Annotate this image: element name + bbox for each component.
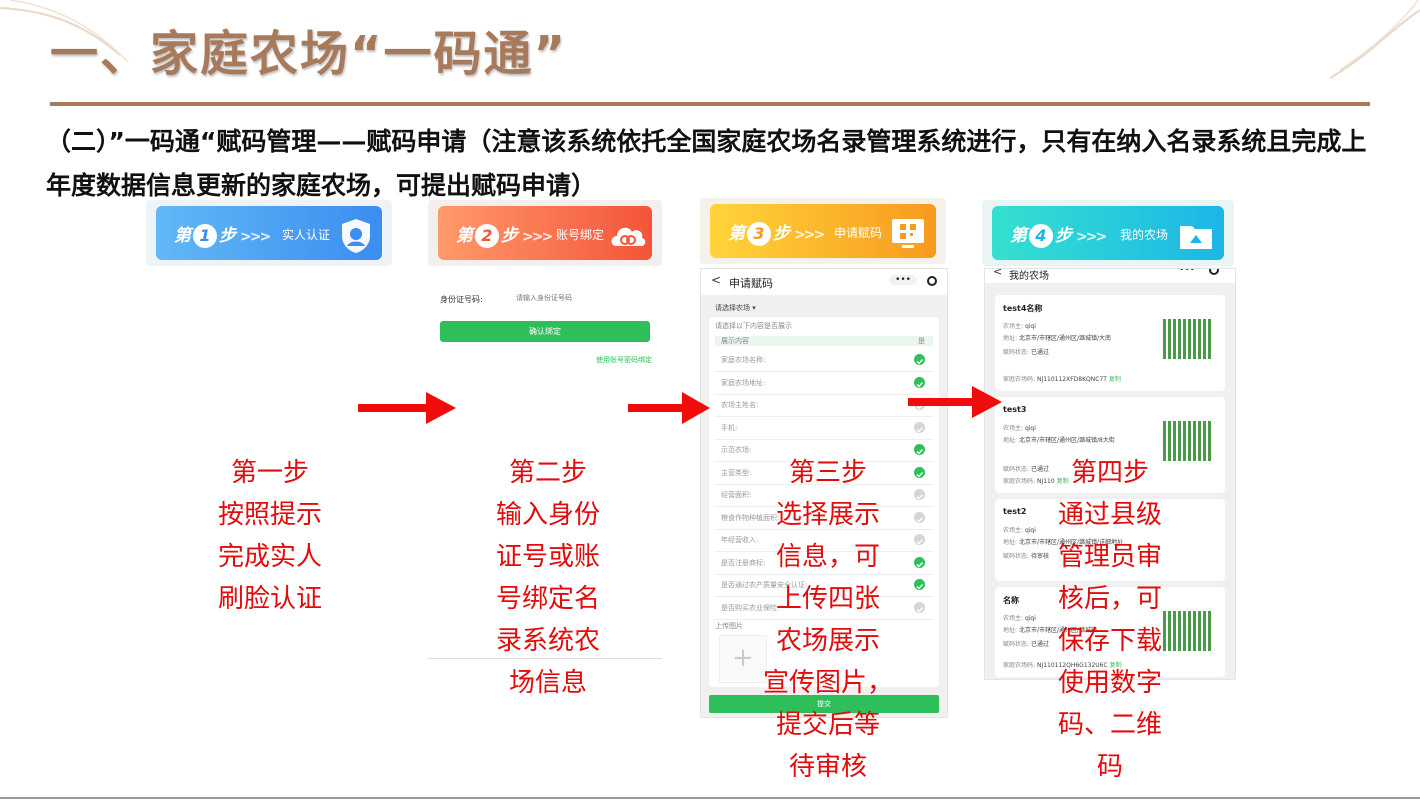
page-subtitle: （二）”一码通“赋码管理——赋码申请（注意该系统依托全国家庭农场名录管理系统进行… — [46, 127, 1367, 200]
farm-name: 名称 — [1003, 596, 1019, 605]
step2-badge: 第 2 步 >>> — [456, 224, 553, 248]
farm-owner: 农场主: qiqi — [1003, 425, 1036, 432]
farm-owner: 农场主: qiqi — [1003, 323, 1036, 330]
step3-banner: 第 3 步 >>> 申请赋码 — [700, 198, 946, 264]
step4-badge: 第 4 步 >>> — [1010, 224, 1107, 248]
unchecked-circle-icon[interactable] — [914, 601, 925, 613]
checked-circle-icon[interactable] — [914, 354, 925, 365]
step3-description: 第三步 选择展示 信息，可 上传四张 农场展示 宣传图片， 提交后等 待审核 — [762, 458, 893, 782]
account-password-bind-link[interactable]: 使用账号密码绑定 — [596, 355, 652, 365]
confirm-bind-button[interactable]: 确认绑定 — [440, 321, 650, 342]
step3-badge: 第 3 步 >>> — [728, 222, 825, 246]
farm-card[interactable]: test4名称 农场主: qiqi 地址: 北京市/市辖区/通州区/潞城镇/大南 赋码… — [995, 295, 1225, 391]
option-label: 主营类型: — [721, 468, 752, 477]
unchecked-circle-icon[interactable] — [914, 489, 925, 500]
step2-banner: 第 2 步 >>> 账号绑定 — [428, 200, 662, 266]
step3-navbar: < 申请赋码 ••• — [701, 269, 947, 295]
display-option-row: 家庭农场名称: — [715, 349, 933, 372]
qr-monitor-icon — [892, 219, 924, 248]
screen-title: 我的农场 — [1009, 271, 1049, 282]
more-menu-icon[interactable]: ••• — [889, 275, 917, 285]
decorative-swoosh-right — [1330, 0, 1420, 79]
unchecked-circle-icon[interactable] — [914, 511, 925, 523]
face-id-shield-icon — [342, 219, 370, 253]
close-miniprogram-icon[interactable] — [927, 276, 937, 286]
step3-label: 申请赋码 — [834, 226, 883, 240]
id-number-label: 身份证号码: — [440, 295, 483, 304]
step4-description: 第四步 通过县级 管理员审 核后，可 保存下载 使用数字 码、二维码 — [1057, 458, 1162, 782]
bottom-divider — [0, 797, 1420, 799]
options-table-header: 展示内容 是 — [715, 336, 933, 346]
checked-circle-icon[interactable] — [914, 579, 925, 590]
back-icon[interactable]: < — [993, 269, 1002, 278]
option-label: 家庭农场名称: — [721, 356, 766, 364]
option-label: 示范农场: — [721, 446, 752, 454]
cloud-link-icon — [611, 227, 646, 246]
step2-label: 账号绑定 — [556, 228, 605, 242]
step4-banner: 第 4 步 >>> 我的农场 — [982, 200, 1234, 266]
right-arrow-icon — [628, 392, 710, 424]
checked-circle-icon[interactable] — [914, 556, 925, 568]
display-option-row: 家庭农场地址: — [715, 372, 933, 395]
folder-farm-icon — [1180, 226, 1212, 249]
farm-name: test3 — [1003, 405, 1027, 414]
checked-circle-icon[interactable] — [914, 444, 925, 455]
close-miniprogram-icon[interactable] — [1209, 269, 1219, 275]
step1-label: 实人认证 — [282, 228, 331, 242]
unchecked-circle-icon[interactable] — [914, 421, 925, 433]
back-icon[interactable]: < — [711, 273, 721, 287]
right-arrow-icon — [358, 392, 456, 424]
farm-name: test4名称 — [1003, 304, 1043, 313]
option-label: 手机: — [721, 423, 738, 432]
option-label: 农场主姓名: — [721, 401, 759, 409]
farm-select[interactable]: 请选择农场 ▾ — [715, 303, 756, 313]
farm-name: test2 — [1003, 507, 1027, 516]
farm-address: 地址: 北京市/市辖区/通州区/潞城镇/8大街 — [1003, 437, 1115, 444]
more-menu-icon[interactable]: ••• — [1179, 269, 1195, 275]
upload-label: 上传图片 — [715, 622, 743, 630]
title-divider — [50, 102, 1370, 106]
id-number-input[interactable] — [514, 290, 648, 306]
right-arrow-icon — [908, 386, 1002, 418]
screen-title: 申请赋码 — [729, 277, 773, 290]
step1-banner: 第 1 步 >>> 实人认证 — [146, 200, 392, 266]
display-hint: 请选择以下内容是否展示 — [715, 322, 792, 330]
step1-badge: 第 1 步 >>> — [174, 224, 271, 248]
step4-label: 我的农场 — [1120, 228, 1169, 242]
farm-code: 家庭农场码: NJ110112XFD8KQNC7T 复制 — [1003, 376, 1121, 383]
step1-description: 第一步 按照提示 完成实人 刷脸认证 — [217, 458, 322, 614]
display-option-row: 农场主姓名: — [715, 394, 933, 417]
page-title: 一、家庭农场“一码通” — [50, 26, 568, 82]
qr-code-image[interactable] — [1163, 319, 1213, 359]
unchecked-circle-icon[interactable] — [914, 534, 925, 545]
code-status: 赋码状态: 已通过 — [1003, 349, 1049, 356]
step2-description: 第二步 输入身份 证号或账 号绑定名 录系统农 场信息 — [495, 458, 600, 698]
farm-address: 地址: 北京市/市辖区/通州区/潞城镇/大南 — [1003, 335, 1112, 342]
option-label: 经营面积: — [721, 491, 752, 499]
option-label: 家庭农场地址: — [721, 378, 766, 387]
copy-link[interactable]: 复制 — [1109, 376, 1121, 383]
step4-navbar: < 我的农场 ••• — [985, 269, 1235, 283]
display-option-row: 手机: — [715, 417, 933, 440]
checked-circle-icon[interactable] — [914, 466, 925, 478]
